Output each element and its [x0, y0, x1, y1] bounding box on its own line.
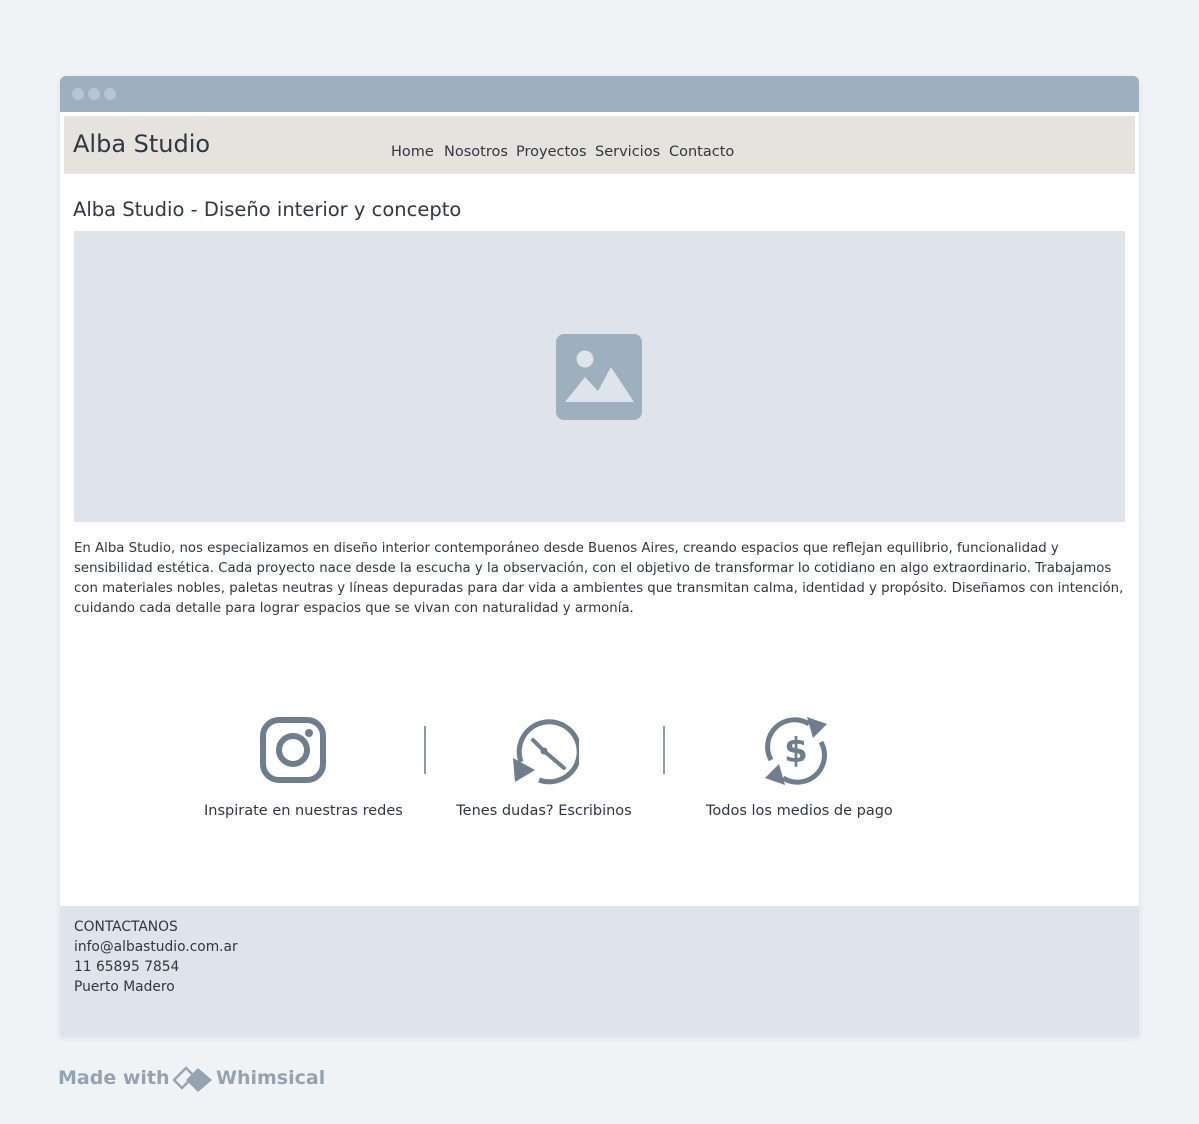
whimsical-logo-icon: [172, 1066, 212, 1092]
nav-item-home[interactable]: Home: [391, 144, 434, 160]
footer-location: Puerto Madero: [74, 979, 175, 995]
nav-item-nosotros[interactable]: Nosotros: [444, 144, 508, 160]
feature-label: Todos los medios de pago: [706, 803, 893, 819]
feature-label: Inspirate en nuestras redes: [204, 803, 403, 819]
window-dot-maximize[interactable]: [104, 88, 116, 100]
footer-email[interactable]: info@albastudio.com.ar: [74, 939, 238, 955]
feature-divider: [663, 726, 665, 774]
made-with-text: Made with: [58, 1067, 170, 1089]
page-title: Alba Studio - Diseño interior y concepto: [73, 198, 462, 221]
nav-item-proyectos[interactable]: Proyectos: [516, 144, 587, 160]
svg-text:$: $: [784, 731, 808, 771]
browser-window: Alba Studio Home Nosotros Proyectos Serv…: [60, 76, 1139, 1036]
window-dot-close[interactable]: [72, 88, 84, 100]
image-placeholder-icon: [556, 334, 642, 420]
nav-item-contacto[interactable]: Contacto: [669, 144, 734, 160]
footer-phone[interactable]: 11 65895 7854: [74, 959, 179, 975]
whimsical-brand-text: Whimsical: [216, 1067, 326, 1089]
feature-divider: [424, 726, 426, 774]
nav-item-servicios[interactable]: Servicios: [595, 144, 660, 160]
about-description: En Alba Studio, nos especializamos en di…: [74, 541, 1124, 616]
site-footer: CONTACTANOS info@albastudio.com.ar 11 65…: [60, 906, 1139, 1036]
footer-heading: CONTACTANOS: [74, 919, 178, 935]
instagram-icon[interactable]: [259, 716, 329, 786]
feature-label: Tenes dudas? Escribinos: [456, 803, 632, 819]
brand-logo-text[interactable]: Alba Studio: [73, 130, 210, 158]
window-titlebar: [60, 76, 1139, 112]
dollar-exchange-icon[interactable]: $: [761, 716, 831, 786]
site-header: Alba Studio Home Nosotros Proyectos Serv…: [64, 116, 1135, 174]
window-dot-minimize[interactable]: [88, 88, 100, 100]
clock-icon[interactable]: [509, 716, 579, 786]
hero-image-placeholder: [74, 231, 1125, 522]
